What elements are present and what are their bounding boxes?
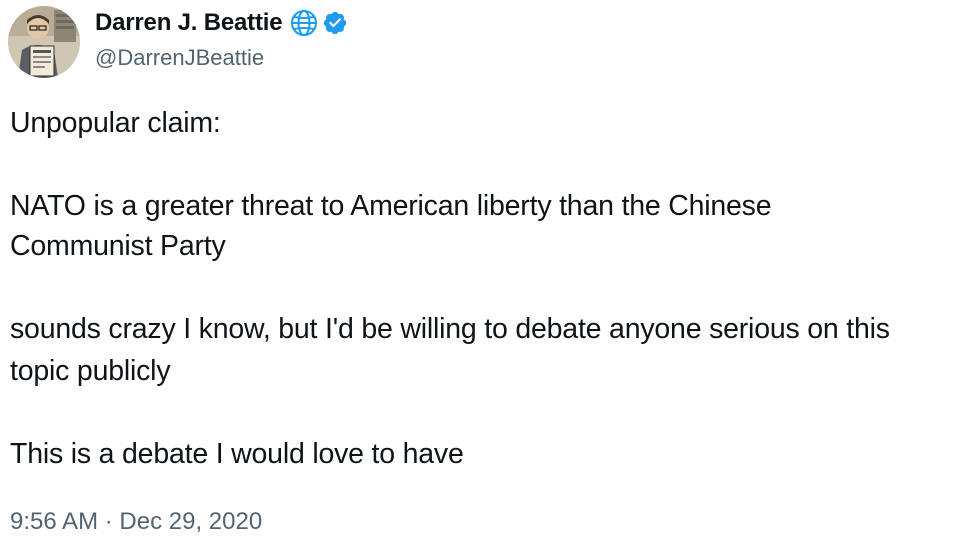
tweet-timestamp[interactable]: 9:56 AM · Dec 29, 2020 <box>10 504 262 540</box>
tweet-time: 9:56 AM <box>10 508 99 535</box>
display-name[interactable]: Darren J. Beattie <box>95 6 283 40</box>
tweet-text-line: NATO is a greater threat to American lib… <box>10 190 772 222</box>
avatar[interactable] <box>8 6 80 78</box>
tweet-text-line: topic publicly <box>10 355 171 387</box>
tweet-text-line: This is a debate I would love to have <box>10 438 464 470</box>
tweet-card: Darren J. Beattie @DarrenJBeattie Unpopu… <box>0 0 971 546</box>
tweet-header: Darren J. Beattie @DarrenJBeattie <box>95 6 348 74</box>
tweet-text-line: Unpopular claim: <box>10 107 221 139</box>
verified-icon <box>322 10 348 36</box>
meta-separator: · <box>104 508 113 535</box>
globe-icon <box>290 9 318 37</box>
tweet-text-line: Communist Party <box>10 230 226 262</box>
user-handle[interactable]: @DarrenJBeattie <box>95 42 348 74</box>
tweet-date: Dec 29, 2020 <box>119 508 263 535</box>
tweet-text-line: sounds crazy I know, but I'd be willing … <box>10 313 890 345</box>
name-row: Darren J. Beattie <box>95 6 348 40</box>
